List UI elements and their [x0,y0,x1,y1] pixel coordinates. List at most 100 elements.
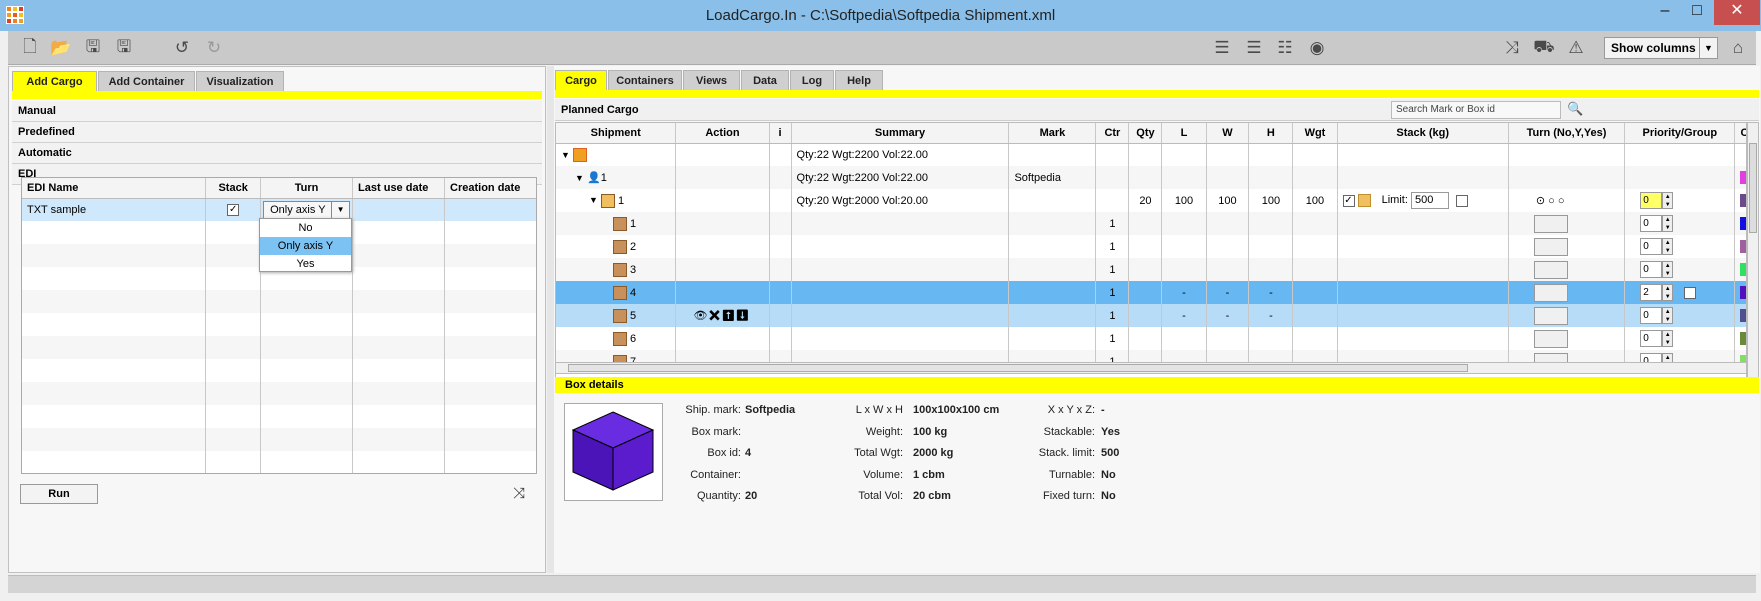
turn-radio-yes[interactable]: ○ [1558,195,1565,207]
cargo-column-header[interactable]: Summary [791,123,1010,144]
stack-limit-checkbox[interactable] [1456,194,1469,207]
cargo-column-header[interactable]: Stack (kg) [1337,123,1509,144]
list-bullets-icon[interactable]: ☷ [1273,36,1297,60]
view-icon[interactable]: 👁 [681,310,707,322]
cargo-column-header[interactable]: Action [675,123,770,144]
col-last-use[interactable]: Last use date [352,178,446,199]
save-icon[interactable]: 🖫 [81,36,105,60]
priority-spinner[interactable]: ▲▼ [1662,284,1674,301]
turn-radio-no[interactable]: ⊙ [1514,195,1545,207]
priority-input[interactable]: 0 [1640,238,1663,255]
shuffle-icon[interactable]: ⤨ [513,485,525,502]
accordion-automatic[interactable]: Automatic [12,143,542,164]
run-button[interactable]: Run [20,484,98,504]
hide-columns-icon[interactable]: ◉ [1305,36,1329,60]
cargo-row[interactable]: 5 👁✖⬆⬇ 1- - -0 ▲ ▼ [556,304,1746,327]
cargo-row[interactable]: ▼ 👤1 Qty:22 Wgt:2200 Vol:22.00 Softpedia [556,166,1746,189]
turn-button[interactable] [1533,260,1568,279]
cargo-row[interactable]: 1 1 0 ▲ ▼ [556,212,1746,235]
cargo-row[interactable]: ▼ 1 Qty:20 Wgt:2000 Vol:20.00 20 100 100 100 1… [556,189,1746,212]
color-swatch[interactable] [1740,171,1746,184]
shuffle-icon[interactable]: ⤨ [1500,36,1524,60]
cargo-column-header[interactable]: H [1248,123,1294,144]
show-columns-dropdown[interactable]: Show columns ▼ [1604,37,1718,59]
group-checkbox[interactable] [1684,286,1697,299]
cargo-row[interactable]: 6 1 0 ▲ ▼ [556,327,1746,350]
turn-radio-y[interactable]: ○ [1548,195,1555,207]
color-swatch[interactable] [1740,309,1746,322]
tab-add-cargo[interactable]: Add Cargo [12,71,97,91]
tab-cargo[interactable]: Cargo [555,70,607,90]
cargo-column-header[interactable]: Mark [1008,123,1097,144]
priority-input[interactable]: 0 [1640,215,1663,232]
option-only-axis-y[interactable]: Only axis Y [260,237,351,255]
turn-button[interactable] [1533,237,1568,256]
cargo-column-header[interactable]: Wgt [1292,123,1338,144]
priority-spinner[interactable]: ▲▼ [1662,330,1674,347]
priority-input[interactable]: 0 [1640,192,1663,209]
color-swatch[interactable] [1740,240,1746,253]
col-stack[interactable]: Stack [205,178,262,199]
list-view-icon[interactable]: ☰ [1210,36,1234,60]
tab-containers[interactable]: Containers [608,70,682,90]
open-folder-icon[interactable]: 📂 [49,36,73,60]
cargo-column-header[interactable]: Qty [1128,123,1163,144]
color-swatch[interactable] [1740,217,1746,230]
color-swatch[interactable] [1740,332,1746,345]
color-swatch[interactable] [1740,194,1746,207]
turn-button[interactable] [1533,329,1568,348]
maximize-button[interactable]: □ [1682,0,1712,25]
stack-checkbox[interactable]: ✓ [1342,194,1355,207]
priority-spinner[interactable]: ▲▼ [1662,192,1674,209]
delete-icon[interactable]: ✖ [707,310,721,322]
cargo-column-header[interactable]: i [769,123,792,144]
tab-data[interactable]: Data [741,70,789,90]
col-creation[interactable]: Creation date [444,178,536,199]
priority-spinner[interactable]: ▲▼ [1662,307,1674,324]
scroll-thumb[interactable] [1749,143,1757,233]
color-swatch[interactable] [1740,286,1746,299]
cargo-row[interactable]: 3 1 0 ▲ ▼ [556,258,1746,281]
turn-button[interactable] [1533,214,1568,233]
turn-select[interactable]: Only axis Y ▼ [263,200,351,219]
priority-spinner[interactable]: ▲▼ [1662,238,1674,255]
priority-input[interactable]: 0 [1640,330,1663,347]
undo-icon[interactable]: ↺ [170,36,194,60]
minimize-button[interactable]: – [1650,0,1680,25]
priority-input[interactable]: 2 [1640,284,1663,301]
close-button[interactable]: ✕ [1714,0,1760,25]
cargo-row[interactable]: 2 1 0 ▲ ▼ [556,235,1746,258]
horizontal-scrollbar[interactable] [555,362,1747,374]
search-icon[interactable]: 🔍 [1567,101,1583,117]
col-edi-name[interactable]: EDI Name [22,178,207,199]
tab-add-container[interactable]: Add Container [98,71,195,91]
tab-visualization[interactable]: Visualization [196,71,284,91]
col-turn[interactable]: Turn [260,178,354,199]
stack-limit-input[interactable]: 500 [1410,192,1449,209]
cargo-column-header[interactable]: Ctr [1095,123,1130,144]
warning-icon[interactable]: ⚠ [1564,36,1588,60]
scroll-thumb[interactable] [568,364,1468,372]
turn-button[interactable] [1533,283,1568,302]
search-input[interactable]: Search Mark or Box id [1391,101,1561,119]
vertical-scrollbar[interactable] [1747,122,1759,387]
cargo-column-header[interactable]: W [1206,123,1250,144]
priority-input[interactable]: 0 [1640,307,1663,324]
cargo-column-header[interactable]: Colo [1734,123,1746,144]
truck-icon[interactable]: ⛟ [1532,36,1556,60]
priority-spinner[interactable]: ▲▼ [1662,215,1674,232]
save-as-icon[interactable]: 🖫 [112,36,136,60]
priority-spinner[interactable]: ▲▼ [1662,261,1674,278]
new-file-icon[interactable]: 🗋 [18,36,42,60]
home-icon[interactable]: ⌂ [1726,36,1750,60]
cargo-row[interactable]: ▼ Qty:22 Wgt:2200 Vol:22.00 [556,143,1746,166]
priority-input[interactable]: 0 [1640,261,1663,278]
cargo-column-header[interactable]: L [1161,123,1207,144]
stack-checkbox[interactable]: ✓ [227,203,240,216]
arrow-up-icon[interactable]: ⬆ [721,310,735,322]
cargo-column-header[interactable]: Shipment [556,123,677,144]
tab-log[interactable]: Log [790,70,834,90]
redo-icon[interactable]: ↻ [202,36,226,60]
option-no[interactable]: No [260,219,351,237]
cargo-column-header[interactable]: Turn (No,Y,Yes) [1508,123,1626,144]
